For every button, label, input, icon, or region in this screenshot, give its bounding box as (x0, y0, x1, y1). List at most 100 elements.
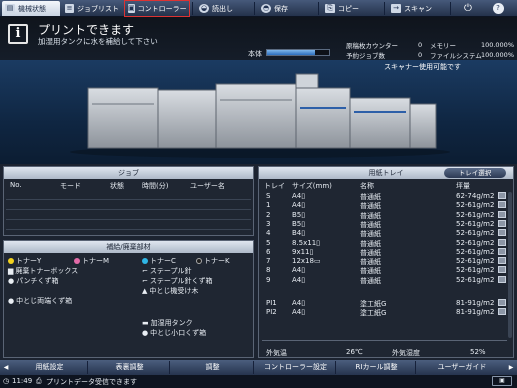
tab-separator (254, 2, 255, 15)
tray-level-icon (498, 210, 506, 218)
tab-scan[interactable]: → スキャン (388, 1, 448, 16)
scroll-left-icon[interactable]: ◀ (2, 361, 10, 374)
tab-machine-status[interactable]: ▤ 機械状態 (2, 1, 60, 16)
tray-id: 2 (266, 210, 271, 219)
tray-row[interactable]: 2 B5▯ 普通紙 52-61g/m2 (262, 210, 507, 220)
tray-level-icon (498, 299, 506, 306)
user-guide-button[interactable]: ユーザーガイド (418, 361, 506, 374)
toner-m-icon (74, 258, 80, 264)
tray-row[interactable]: PI1 A4▯ 塗工紙G 81-91g/m2 (262, 299, 507, 308)
status-bar: ◷ 11:49 ⎙ プリントデータ受信できます ▣ (0, 375, 517, 388)
tab-save[interactable]: ◓ 保存 (258, 1, 316, 16)
tray-row[interactable]: 6 9x11▯ 普通紙 52-61g/m2 (262, 247, 507, 257)
waste-toner-icon: ▆ (8, 267, 14, 275)
supply-item-toner-y: トナーY (8, 256, 41, 266)
power-button[interactable]: ⏻ (456, 1, 480, 16)
tray-id: PI2 (266, 308, 277, 317)
tray-level-icon (498, 238, 506, 246)
supply-item-punch-waste: ● パンチくず箱 (8, 277, 59, 285)
tray-level-icon (498, 275, 506, 283)
toner-k-icon (196, 258, 202, 264)
message-subtitle: 加湿用タンクに水を補給して下さい (38, 37, 158, 46)
tray-id: 8 (266, 266, 271, 275)
tray-size: A4▯ (292, 299, 306, 307)
job-column-header: モード (60, 182, 81, 190)
tray-size: 9x11▯ (292, 247, 314, 256)
status-indicator-icon[interactable]: ▣ (492, 376, 512, 386)
scanner-status: スキャナー使用可能です (384, 63, 461, 71)
tray-size: 8.5x11▯ (292, 238, 321, 247)
time: 11:49 (12, 377, 33, 385)
tray-row[interactable]: 4 B4▯ 普通紙 52-61g/m2 (262, 229, 507, 238)
job-row[interactable] (6, 221, 251, 230)
tray-size: A4▯ (292, 201, 306, 210)
copy-icon: ⎘ (325, 4, 335, 13)
power-icon: ⏻ (464, 3, 472, 14)
tray-size: 12x18▭ (292, 257, 321, 266)
tab-copy[interactable]: ⎘ コピー (322, 1, 382, 16)
tray-id: 6 (266, 247, 271, 256)
tray-id: 1 (266, 201, 271, 210)
tray-scrollbar[interactable] (508, 192, 512, 338)
counter-box: 原稿枚カウンター 0 メモリー 100.000% 予約ジョブ数 0 ファイルシス… (344, 38, 517, 61)
controller-icon: ▣ (128, 4, 135, 13)
tray-paper-name: 塗工紙G (360, 309, 387, 318)
punch-waste-icon: ● (8, 277, 15, 285)
saddle-block-icon: ▲ (142, 287, 148, 295)
tray-id: 5 (266, 238, 271, 247)
front-back-adjust-button[interactable]: 表裏調整 (90, 361, 170, 374)
tray-row[interactable]: 9 A4▯ 普通紙 52-61g/m2 (262, 275, 507, 285)
tray-id: 9 (266, 275, 271, 284)
tab-separator (318, 2, 319, 15)
ri-curl-adjust-button[interactable]: RIカール調整 (338, 361, 416, 374)
job-column-header: No. (10, 181, 22, 189)
tab-job-list[interactable]: ≡ ジョブリスト (62, 1, 122, 16)
status-text: プリントデータ受信できます (46, 378, 137, 386)
scroll-right-icon[interactable]: ▶ (507, 361, 515, 374)
supply-item-saddle-fore-edge-waste: ● 中とじ小口くず箱 (142, 329, 207, 337)
job-row[interactable] (6, 201, 251, 210)
adjust-button[interactable]: 調整 (172, 361, 254, 374)
job-list-icon: ≡ (65, 4, 74, 13)
supply-item-staple-waste: ⌐ ステープル針くず箱 (142, 277, 213, 285)
tray-row[interactable]: 5 8.5x11▯ 普通紙 52-61g/m2 (262, 238, 507, 248)
tray-row[interactable]: 1 A4▯ 普通紙 52-61g/m2 (262, 201, 507, 210)
tray-weight: 62-74g/m2 (456, 192, 495, 200)
tray-row[interactable]: 8 A4▯ 普通紙 52-61g/m2 (262, 266, 507, 275)
job-column-header: ユーザー名 (190, 182, 225, 190)
tab-separator (384, 2, 385, 15)
print-data-icon: ⎙ (36, 377, 42, 385)
paper-settings-button[interactable]: 用紙設定 (12, 361, 88, 374)
tab-controller[interactable]: ▣ コントローラー (124, 0, 190, 17)
tray-weight: 81-91g/m2 (456, 299, 495, 307)
read-icon: ◒ (199, 4, 209, 13)
tab-read[interactable]: ◒ 読出し (196, 1, 252, 16)
job-column-header: 状態 (110, 182, 124, 190)
help-button[interactable]: ? (486, 1, 510, 16)
staple-waste-icon: ⌐ (142, 277, 148, 285)
tray-row[interactable]: 3 B5▯ 普通紙 52-61g/m2 (262, 219, 507, 229)
tray-row[interactable]: 7 12x18▭ 普通紙 52-61g/m2 (262, 257, 507, 266)
tab-separator (192, 2, 193, 15)
job-panel: ジョブ No. モード 状態 時間(分) ユーザー名 (3, 166, 254, 236)
tray-divider (262, 340, 507, 341)
tray-weight: 52-61g/m2 (456, 210, 495, 219)
job-row[interactable] (6, 211, 251, 220)
tray-size: A4▯ (292, 266, 306, 275)
tray-weight: 52-61g/m2 (456, 247, 495, 256)
tray-weight: 52-61g/m2 (456, 219, 495, 228)
job-row[interactable] (6, 191, 251, 200)
tray-row[interactable]: PI2 A4▯ 塗工紙G 81-91g/m2 (262, 308, 507, 317)
supply-item-saddle-block: ▲ 中とじ機受け木 (142, 287, 199, 295)
supply-item-toner-c: トナーC (142, 256, 176, 266)
tray-paper-name: 普通紙 (360, 276, 381, 285)
tray-column-headers: トレイ サイズ(mm) 名称 坪量 (264, 182, 470, 190)
job-panel-title: ジョブ (4, 167, 253, 179)
tray-select-button[interactable]: トレイ選択 (444, 168, 506, 178)
tray-row[interactable]: S A4▯ 普通紙 62-74g/m2 (262, 192, 507, 201)
controller-settings-button[interactable]: コントローラー設定 (256, 361, 336, 374)
tray-weight: 52-61g/m2 (456, 238, 495, 247)
machine-image (70, 73, 450, 158)
supply-item-staple: ⌐ ステープル針 (142, 267, 192, 275)
save-icon: ◓ (261, 4, 271, 13)
